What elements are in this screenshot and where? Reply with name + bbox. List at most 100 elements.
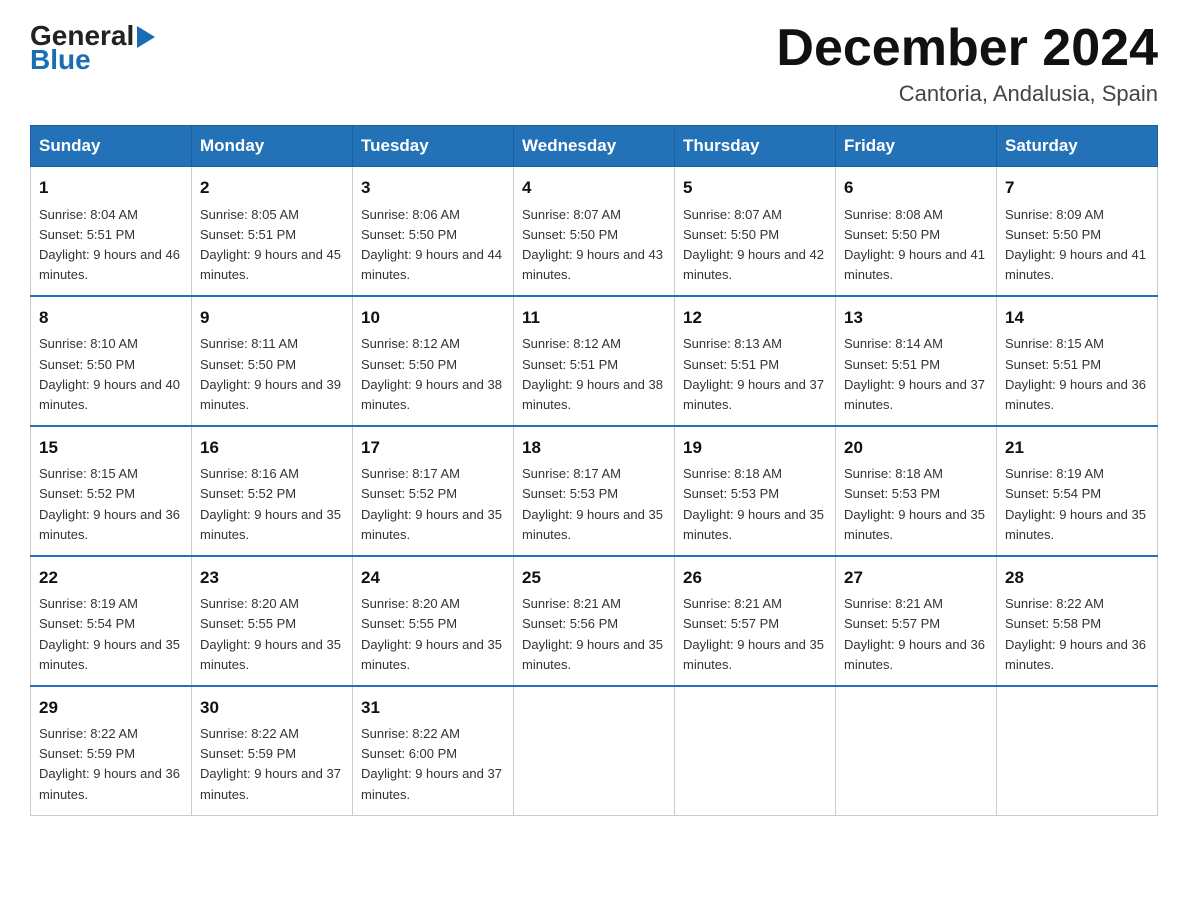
day-info: Sunrise: 8:12 AMSunset: 5:50 PMDaylight:… <box>361 336 502 411</box>
calendar-day-cell: 19 Sunrise: 8:18 AMSunset: 5:53 PMDaylig… <box>675 426 836 556</box>
day-info: Sunrise: 8:16 AMSunset: 5:52 PMDaylight:… <box>200 466 341 541</box>
day-info: Sunrise: 8:05 AMSunset: 5:51 PMDaylight:… <box>200 207 341 282</box>
day-number: 26 <box>683 565 827 591</box>
calendar-day-cell: 8 Sunrise: 8:10 AMSunset: 5:50 PMDayligh… <box>31 296 192 426</box>
calendar-day-cell: 22 Sunrise: 8:19 AMSunset: 5:54 PMDaylig… <box>31 556 192 686</box>
day-number: 5 <box>683 175 827 201</box>
day-number: 29 <box>39 695 183 721</box>
day-number: 12 <box>683 305 827 331</box>
day-info: Sunrise: 8:22 AMSunset: 5:59 PMDaylight:… <box>39 726 180 801</box>
day-info: Sunrise: 8:21 AMSunset: 5:57 PMDaylight:… <box>844 596 985 671</box>
calendar-day-cell: 31 Sunrise: 8:22 AMSunset: 6:00 PMDaylig… <box>353 686 514 815</box>
day-number: 20 <box>844 435 988 461</box>
calendar-day-cell: 11 Sunrise: 8:12 AMSunset: 5:51 PMDaylig… <box>514 296 675 426</box>
day-info: Sunrise: 8:22 AMSunset: 6:00 PMDaylight:… <box>361 726 502 801</box>
weekday-header-saturday: Saturday <box>997 126 1158 167</box>
calendar-table: SundayMondayTuesdayWednesdayThursdayFrid… <box>30 125 1158 816</box>
day-number: 18 <box>522 435 666 461</box>
calendar-week-row: 22 Sunrise: 8:19 AMSunset: 5:54 PMDaylig… <box>31 556 1158 686</box>
calendar-day-cell: 4 Sunrise: 8:07 AMSunset: 5:50 PMDayligh… <box>514 167 675 296</box>
calendar-day-cell: 7 Sunrise: 8:09 AMSunset: 5:50 PMDayligh… <box>997 167 1158 296</box>
day-number: 19 <box>683 435 827 461</box>
day-number: 25 <box>522 565 666 591</box>
weekday-header-tuesday: Tuesday <box>353 126 514 167</box>
weekday-header-thursday: Thursday <box>675 126 836 167</box>
month-title: December 2024 <box>776 20 1158 77</box>
day-info: Sunrise: 8:15 AMSunset: 5:52 PMDaylight:… <box>39 466 180 541</box>
calendar-day-cell: 29 Sunrise: 8:22 AMSunset: 5:59 PMDaylig… <box>31 686 192 815</box>
day-number: 2 <box>200 175 344 201</box>
day-info: Sunrise: 8:17 AMSunset: 5:52 PMDaylight:… <box>361 466 502 541</box>
day-number: 24 <box>361 565 505 591</box>
calendar-week-row: 8 Sunrise: 8:10 AMSunset: 5:50 PMDayligh… <box>31 296 1158 426</box>
calendar-day-cell: 26 Sunrise: 8:21 AMSunset: 5:57 PMDaylig… <box>675 556 836 686</box>
day-info: Sunrise: 8:07 AMSunset: 5:50 PMDaylight:… <box>683 207 824 282</box>
day-number: 9 <box>200 305 344 331</box>
calendar-day-cell: 27 Sunrise: 8:21 AMSunset: 5:57 PMDaylig… <box>836 556 997 686</box>
day-info: Sunrise: 8:14 AMSunset: 5:51 PMDaylight:… <box>844 336 985 411</box>
day-info: Sunrise: 8:21 AMSunset: 5:56 PMDaylight:… <box>522 596 663 671</box>
calendar-day-cell: 3 Sunrise: 8:06 AMSunset: 5:50 PMDayligh… <box>353 167 514 296</box>
calendar-day-cell: 15 Sunrise: 8:15 AMSunset: 5:52 PMDaylig… <box>31 426 192 556</box>
day-info: Sunrise: 8:22 AMSunset: 5:58 PMDaylight:… <box>1005 596 1146 671</box>
calendar-day-cell: 18 Sunrise: 8:17 AMSunset: 5:53 PMDaylig… <box>514 426 675 556</box>
day-number: 23 <box>200 565 344 591</box>
calendar-day-cell: 5 Sunrise: 8:07 AMSunset: 5:50 PMDayligh… <box>675 167 836 296</box>
logo-blue-text: Blue <box>30 44 91 76</box>
day-number: 3 <box>361 175 505 201</box>
calendar-day-cell <box>836 686 997 815</box>
day-info: Sunrise: 8:10 AMSunset: 5:50 PMDaylight:… <box>39 336 180 411</box>
calendar-day-cell: 9 Sunrise: 8:11 AMSunset: 5:50 PMDayligh… <box>192 296 353 426</box>
day-number: 6 <box>844 175 988 201</box>
calendar-week-row: 15 Sunrise: 8:15 AMSunset: 5:52 PMDaylig… <box>31 426 1158 556</box>
location: Cantoria, Andalusia, Spain <box>776 81 1158 107</box>
day-info: Sunrise: 8:13 AMSunset: 5:51 PMDaylight:… <box>683 336 824 411</box>
day-info: Sunrise: 8:20 AMSunset: 5:55 PMDaylight:… <box>361 596 502 671</box>
calendar-week-row: 1 Sunrise: 8:04 AMSunset: 5:51 PMDayligh… <box>31 167 1158 296</box>
day-number: 15 <box>39 435 183 461</box>
calendar-day-cell: 13 Sunrise: 8:14 AMSunset: 5:51 PMDaylig… <box>836 296 997 426</box>
day-number: 7 <box>1005 175 1149 201</box>
day-info: Sunrise: 8:06 AMSunset: 5:50 PMDaylight:… <box>361 207 502 282</box>
calendar-day-cell: 30 Sunrise: 8:22 AMSunset: 5:59 PMDaylig… <box>192 686 353 815</box>
calendar-day-cell: 2 Sunrise: 8:05 AMSunset: 5:51 PMDayligh… <box>192 167 353 296</box>
day-number: 10 <box>361 305 505 331</box>
calendar-day-cell: 23 Sunrise: 8:20 AMSunset: 5:55 PMDaylig… <box>192 556 353 686</box>
day-info: Sunrise: 8:21 AMSunset: 5:57 PMDaylight:… <box>683 596 824 671</box>
calendar-day-cell <box>675 686 836 815</box>
day-number: 11 <box>522 305 666 331</box>
calendar-day-cell: 28 Sunrise: 8:22 AMSunset: 5:58 PMDaylig… <box>997 556 1158 686</box>
weekday-header-friday: Friday <box>836 126 997 167</box>
day-number: 16 <box>200 435 344 461</box>
calendar-day-cell: 21 Sunrise: 8:19 AMSunset: 5:54 PMDaylig… <box>997 426 1158 556</box>
day-number: 13 <box>844 305 988 331</box>
calendar-day-cell: 24 Sunrise: 8:20 AMSunset: 5:55 PMDaylig… <box>353 556 514 686</box>
day-info: Sunrise: 8:15 AMSunset: 5:51 PMDaylight:… <box>1005 336 1146 411</box>
day-number: 14 <box>1005 305 1149 331</box>
day-number: 31 <box>361 695 505 721</box>
day-number: 8 <box>39 305 183 331</box>
calendar-day-cell: 20 Sunrise: 8:18 AMSunset: 5:53 PMDaylig… <box>836 426 997 556</box>
day-info: Sunrise: 8:11 AMSunset: 5:50 PMDaylight:… <box>200 336 341 411</box>
calendar-day-cell: 1 Sunrise: 8:04 AMSunset: 5:51 PMDayligh… <box>31 167 192 296</box>
calendar-week-row: 29 Sunrise: 8:22 AMSunset: 5:59 PMDaylig… <box>31 686 1158 815</box>
weekday-header-wednesday: Wednesday <box>514 126 675 167</box>
day-number: 30 <box>200 695 344 721</box>
day-number: 27 <box>844 565 988 591</box>
title-block: December 2024 Cantoria, Andalusia, Spain <box>776 20 1158 107</box>
weekday-header-row: SundayMondayTuesdayWednesdayThursdayFrid… <box>31 126 1158 167</box>
day-number: 28 <box>1005 565 1149 591</box>
day-number: 1 <box>39 175 183 201</box>
day-info: Sunrise: 8:18 AMSunset: 5:53 PMDaylight:… <box>844 466 985 541</box>
day-info: Sunrise: 8:12 AMSunset: 5:51 PMDaylight:… <box>522 336 663 411</box>
calendar-day-cell: 17 Sunrise: 8:17 AMSunset: 5:52 PMDaylig… <box>353 426 514 556</box>
calendar-day-cell: 12 Sunrise: 8:13 AMSunset: 5:51 PMDaylig… <box>675 296 836 426</box>
page-header: General Blue December 2024 Cantoria, And… <box>30 20 1158 107</box>
day-info: Sunrise: 8:18 AMSunset: 5:53 PMDaylight:… <box>683 466 824 541</box>
weekday-header-monday: Monday <box>192 126 353 167</box>
day-info: Sunrise: 8:19 AMSunset: 5:54 PMDaylight:… <box>1005 466 1146 541</box>
day-info: Sunrise: 8:04 AMSunset: 5:51 PMDaylight:… <box>39 207 180 282</box>
logo-arrow-icon <box>137 26 155 48</box>
weekday-header-sunday: Sunday <box>31 126 192 167</box>
calendar-day-cell: 14 Sunrise: 8:15 AMSunset: 5:51 PMDaylig… <box>997 296 1158 426</box>
